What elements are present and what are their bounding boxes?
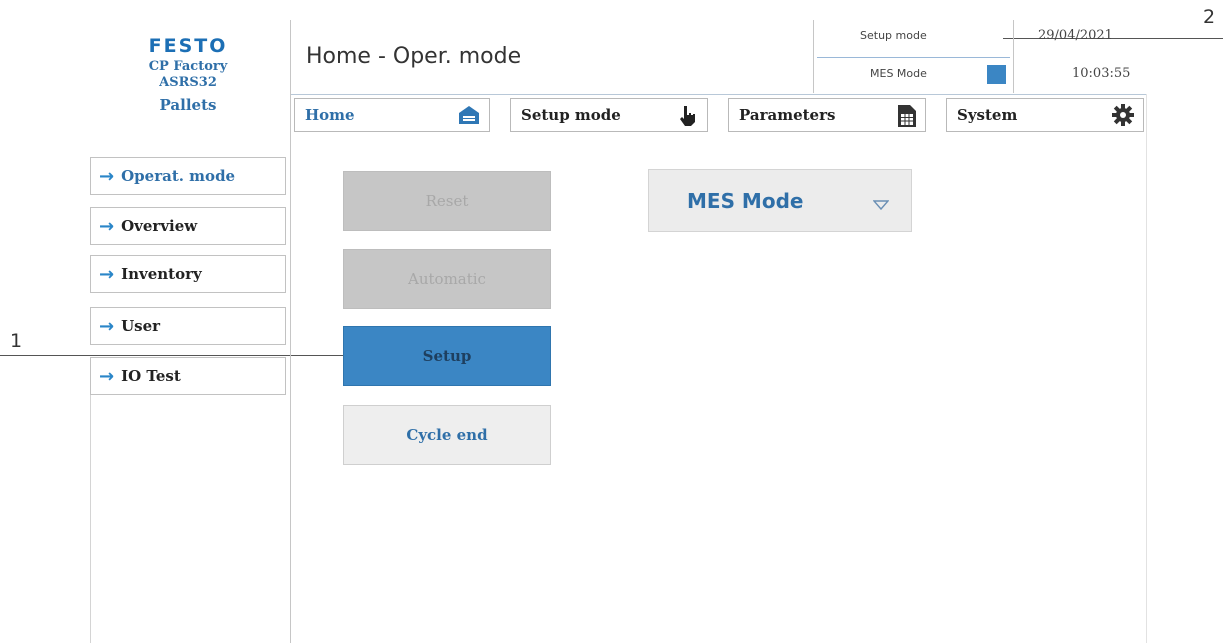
hand-pointer-icon [677,104,699,132]
mes-mode-indicator [987,65,1006,84]
status-time: 10:03:55 [1072,66,1131,81]
sidebar-item-user[interactable]: → User [90,307,286,345]
right-border [1146,94,1147,643]
sidebar-item-operat-mode[interactable]: → Operat. mode [90,157,286,195]
sidebar-item-overview[interactable]: → Overview [90,207,286,245]
content-divider [290,20,291,643]
status-date: 29/04/2021 [1038,28,1113,43]
tab-home-label: Home [305,106,355,124]
setup-button[interactable]: Setup [343,326,551,386]
sidebar-item-label: User [121,317,161,335]
callout-2-line [1003,38,1223,39]
reset-button[interactable]: Reset [343,171,551,231]
brand-line-2: ASRS32 [159,75,217,90]
callout-1: 1 [10,330,23,352]
arrow-right-icon: → [99,365,115,387]
brand-line-1: CP Factory [148,59,228,74]
tab-system-label: System [957,106,1018,124]
arrow-right-icon: → [99,215,115,237]
mes-mode-select-value: MES Mode [687,188,804,213]
brand-block: FESTO CP Factory ASRS32 Pallets [90,35,286,113]
chevron-down-icon [872,192,890,216]
festo-logo: FESTO [148,35,228,57]
arrow-right-icon: → [99,165,115,187]
status-divider-1 [813,20,814,93]
sidebar-item-label: IO Test [121,367,181,385]
sidebar-item-label: Overview [121,217,198,235]
tab-parameters[interactable]: Parameters [728,98,926,132]
sidebar-item-io-test[interactable]: → IO Test [90,357,286,395]
document-table-icon [897,104,917,132]
status-separator [817,57,1010,58]
tab-parameters-label: Parameters [739,106,836,124]
automatic-button[interactable]: Automatic [343,249,551,309]
arrow-right-icon: → [99,263,115,285]
tab-setup-mode-label: Setup mode [521,106,621,124]
sidebar-panel [90,395,91,643]
tab-system[interactable]: System [946,98,1144,132]
tab-setup-mode[interactable]: Setup mode [510,98,708,132]
sidebar-item-label: Operat. mode [121,167,236,185]
callout-2: 2 [1203,6,1216,28]
gear-icon [1111,103,1135,131]
sidebar-item-label: Inventory [121,265,202,283]
tab-home[interactable]: Home [294,98,490,132]
status-divider-2 [1013,20,1014,93]
arrow-right-icon: → [99,315,115,337]
brand-line-3: Pallets [159,96,217,114]
mes-mode-select[interactable]: MES Mode [648,169,912,232]
sidebar-item-inventory[interactable]: → Inventory [90,255,286,293]
home-icon [457,104,481,130]
cycle-end-button[interactable]: Cycle end [343,405,551,465]
callout-1-line [0,355,348,356]
page-title: Home - Oper. mode [306,44,522,69]
header-underline [291,94,1146,95]
status-mode-label: Setup mode [860,29,927,42]
mes-mode-label: MES Mode [870,67,927,80]
